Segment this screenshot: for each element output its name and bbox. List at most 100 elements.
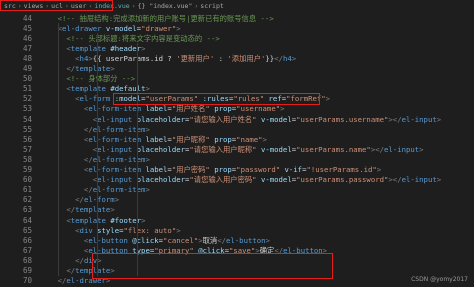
indent-guide [136,43,138,276]
code-token: template [75,205,111,215]
code-token: ></ [388,114,402,124]
code-token: > [141,215,146,225]
code-token: el-input [401,175,437,185]
code-area[interactable]: <!-- 抽屉结构:完成添加新的用户账号|更新已有的账号信息 --> <el-d… [40,13,474,287]
code-token: placeholder [132,114,185,124]
code-token: "flex: auto" [123,225,177,235]
code-token: < [40,245,89,255]
code-token: "!userParams.id" [306,165,377,174]
code-token: prop [209,134,232,144]
code-token: > [145,124,150,134]
code-token: < [40,165,89,174]
code-token: template [75,64,111,73]
code-token: prop [209,104,232,114]
code-token: label [141,134,168,144]
breadcrumb-separator-icon: › [131,2,136,10]
code-token: el-input [97,144,133,154]
code-token: '添加用户' [227,53,266,63]
code-token: > [265,235,270,245]
code-token: ></ [388,175,402,185]
code-token: > [145,185,150,195]
buttons-highlight-box [92,253,333,279]
code-token: "cancel" [163,235,199,245]
code-token: </ [40,124,93,134]
code-token: > [114,195,120,205]
code-token: '更新用户' [176,53,215,63]
code-token: </ [40,185,93,195]
code-token: }} [265,53,275,63]
breadcrumb-symbol[interactable]: {} "index.vue" [138,2,193,10]
code-token: "用户姓名" [171,104,210,114]
code-token: "用户密码" [171,165,210,174]
code-token: placeholder [132,144,185,154]
code-token: <!-- 身体部分 --> [40,74,136,84]
code-token: "drawer" [141,23,177,33]
code-token: @click [127,235,159,245]
code-token: "userParams.name" [296,144,371,154]
code-token: < [40,53,80,63]
code-token: > [110,205,115,215]
code-token: v-model [101,23,137,33]
code-token: el-input [401,114,437,124]
code-token: </ [274,53,283,63]
code-token: el-input [97,175,133,185]
code-token: > [280,104,285,114]
code-token: < [40,134,89,144]
code-token: div [79,225,93,235]
code-token: < [40,114,98,124]
code-token: < [40,235,89,245]
code-token: < [40,23,62,33]
code-token: "userParams.username" [296,114,389,124]
code-token: </ [40,195,84,205]
line-number: 70 [22,276,32,286]
code-token: > [176,225,181,235]
code-token: el-form [79,94,111,104]
code-token: </ [40,276,67,286]
code-token: </ [217,235,226,245]
code-token: : [214,53,228,63]
code-token: v-if [280,165,303,174]
code-editor[interactable]: 44 45 46 47 48 49 50 51 52 53 54 55 56 57 58 59 60 61 62 63… [0,13,474,287]
code-token: template [70,43,106,53]
code-token: "用户昵称" [171,134,210,144]
line-number-gutter: 44 45 46 47 48 49 50 51 52 53 54 55 56 57 58 59 60 61 62 63… [0,13,36,287]
code-token: el-drawer [61,23,102,33]
code-token: < [40,104,89,114]
code-token: > [325,94,331,104]
code-token: </ [40,255,84,265]
code-token: 取消 [202,235,218,245]
code-token: ></ [370,144,385,154]
code-token: #header [105,43,142,53]
code-token: < [40,175,98,185]
form-binding-highlight-box [113,93,320,105]
code-token: label [141,165,168,174]
code-token: #footer [105,215,142,225]
code-token: "请您输入用户姓名" [189,114,257,124]
code-token: > [145,84,150,94]
code-token: #default [105,84,146,94]
code-token: el-button [226,235,266,245]
code-token: < [40,215,71,225]
code-token: template [70,84,106,94]
code-token: v-model [256,114,292,124]
code-token: > [436,114,442,124]
indent-guide [97,33,99,276]
code-token: label [141,104,168,114]
code-token: {{ userParams.id ? [92,53,177,63]
code-token: "username" [236,104,281,114]
code-token: <!-- 抽屉结构:完成添加新的用户账号|更新已有的账号信息 --> [40,13,274,23]
breadcrumb-symbol[interactable]: script [200,2,223,10]
code-token: < [40,84,71,94]
code-token: > [176,23,181,33]
indent-guide [57,23,59,276]
code-token: "请您输入用户密码" [189,175,257,185]
code-token: el-input [384,144,420,154]
code-token: "password" [236,165,281,174]
code-token: > [419,144,424,154]
code-token: < [40,43,71,53]
code-token: > [262,134,267,144]
code-token: "userParams.password" [296,175,389,185]
code-token: h4 [282,53,292,63]
code-token: v-model [256,144,292,154]
code-token: prop [209,165,232,174]
